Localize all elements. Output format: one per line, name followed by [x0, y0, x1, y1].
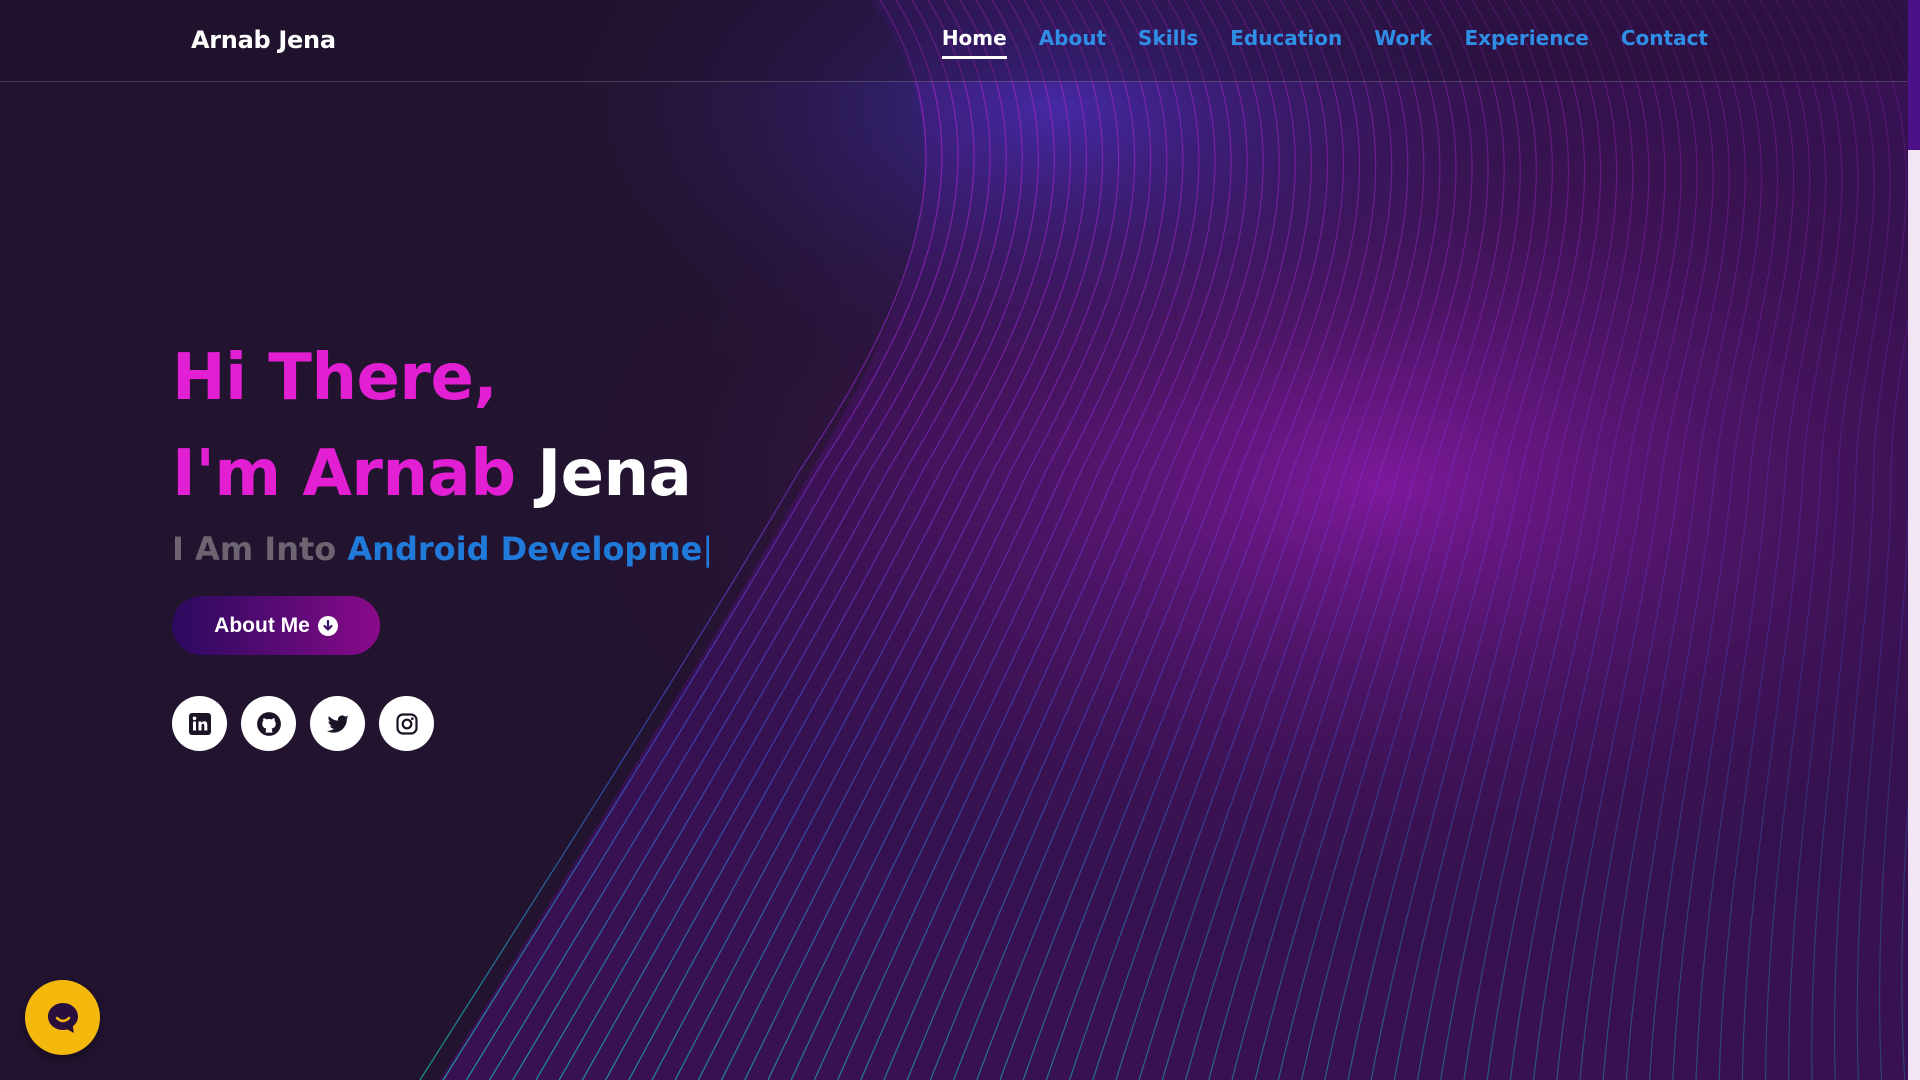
twitter-icon	[326, 714, 349, 733]
hero-intro-name: Jena	[537, 437, 692, 511]
nav-about[interactable]: About	[1039, 26, 1106, 59]
github-link[interactable]	[241, 696, 296, 751]
page-scrollbar[interactable]	[1908, 0, 1920, 1080]
top-navigation-bar: Arnab Jena Home About Skills Education W…	[0, 0, 1908, 82]
nav-work[interactable]: Work	[1374, 26, 1432, 59]
page: Arnab Jena Home About Skills Education W…	[0, 0, 1920, 1080]
twitter-link[interactable]	[310, 696, 365, 751]
about-me-label: About Me	[214, 613, 310, 637]
instagram-link[interactable]	[379, 696, 434, 751]
chat-widget-button[interactable]	[25, 980, 100, 1055]
linkedin-icon	[188, 712, 211, 735]
typing-prefix: I Am Into	[172, 530, 337, 568]
about-me-button[interactable]: About Me	[172, 596, 380, 655]
typing-caret: |	[702, 530, 714, 568]
hero-greeting: Hi There,	[172, 341, 498, 415]
github-icon	[256, 711, 281, 736]
hero-intro-prefix: I'm Arnab	[172, 437, 516, 511]
hero-section: Hi There, I'm Arnab Jena I Am Into Andro…	[172, 330, 713, 568]
nav-education[interactable]: Education	[1230, 26, 1342, 59]
scrollbar-thumb[interactable]	[1908, 0, 1920, 150]
typing-text: Android Developme	[347, 530, 703, 568]
instagram-icon	[395, 712, 418, 735]
chat-icon	[47, 1002, 78, 1033]
typing-line: I Am Into Android Developme|	[172, 530, 713, 568]
hero-intro: I'm Arnab Jena	[172, 426, 713, 522]
social-links	[172, 696, 434, 751]
nav-home[interactable]: Home	[941, 26, 1007, 59]
brand-logo[interactable]: Arnab Jena	[191, 26, 336, 54]
nav-experience[interactable]: Experience	[1464, 26, 1588, 59]
nav-skills[interactable]: Skills	[1138, 26, 1198, 59]
arrow-circle-down-icon	[317, 615, 338, 636]
nav-contact[interactable]: Contact	[1621, 26, 1708, 59]
main-nav: Home About Skills Education Work Experie…	[941, 26, 1708, 59]
linkedin-link[interactable]	[172, 696, 227, 751]
